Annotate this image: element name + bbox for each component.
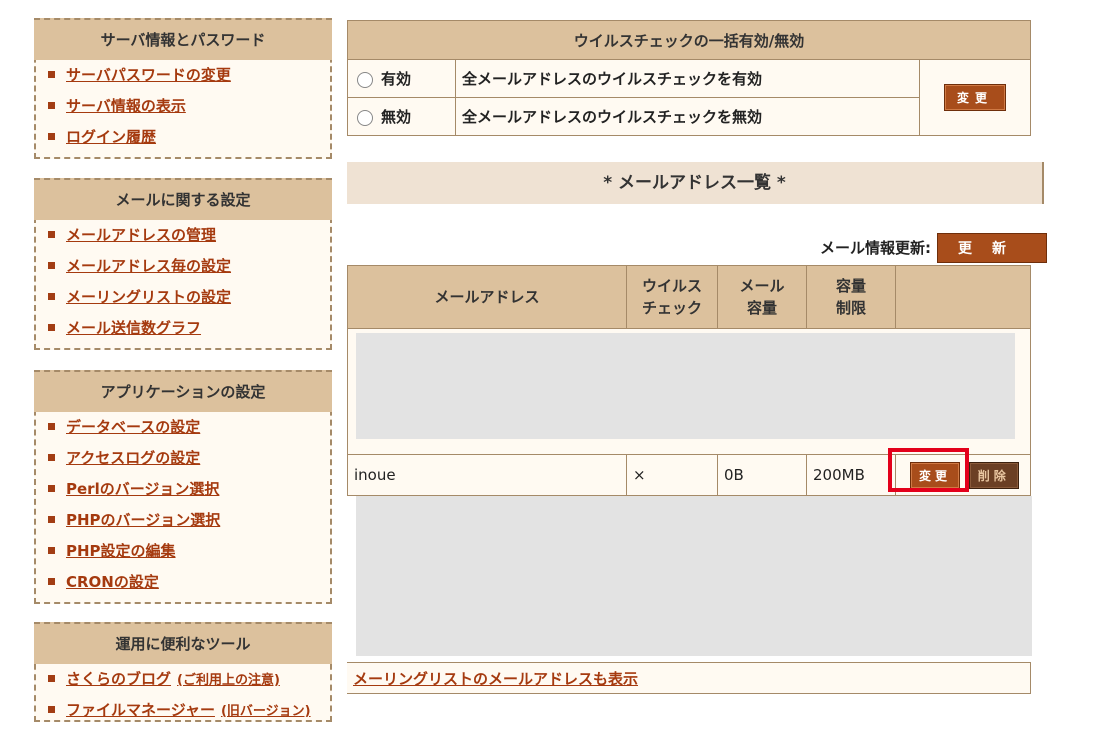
- mailing-list-link-row: メーリングリストのメールアドレスも表示: [347, 662, 1031, 694]
- link-sakura-blog[interactable]: さくらのブログ: [66, 670, 171, 688]
- link-server-password[interactable]: サーバパスワードの変更: [66, 66, 231, 84]
- col-virus-line1: ウイルス: [641, 277, 702, 295]
- virus-enable-cell[interactable]: 有効: [347, 59, 456, 98]
- virus-check-table: ウイルスチェックの一括有効/無効 有効 全メールアドレスのウイルスチェックを有効…: [347, 20, 1031, 136]
- col-address: メールアドレス: [347, 265, 627, 329]
- refresh-label: メール情報更新:: [820, 239, 931, 257]
- sidebar-item[interactable]: メールアドレス毎の設定: [36, 251, 330, 282]
- col-limit-line2: 制限: [835, 299, 866, 317]
- bullet-icon: [48, 231, 55, 238]
- file-manager-note-link[interactable]: (旧バージョン): [221, 704, 311, 719]
- virus-disable-label: 無効: [381, 108, 412, 126]
- virus-disable-cell[interactable]: 無効: [347, 97, 456, 136]
- col-limit-line1: 容量: [835, 277, 866, 295]
- link-database[interactable]: データベースの設定: [66, 418, 200, 436]
- link-server-info[interactable]: サーバ情報の表示: [66, 97, 186, 115]
- col-actions: [895, 265, 1031, 329]
- bullet-icon: [48, 324, 55, 331]
- sidebar-item[interactable]: Perlのバージョン選択: [36, 474, 330, 505]
- radio-enable[interactable]: [357, 71, 373, 88]
- col-mail-size: メール 容量: [717, 265, 807, 329]
- link-php-settings[interactable]: PHP設定の編集: [66, 542, 176, 560]
- virus-change-cell: 変更: [919, 59, 1031, 136]
- link-login-history[interactable]: ログイン履歴: [66, 128, 156, 146]
- row-address: inoue: [347, 454, 627, 496]
- bullet-icon: [48, 454, 55, 461]
- bullet-icon: [48, 516, 55, 523]
- bullet-icon: [48, 547, 55, 554]
- blog-note-link[interactable]: (ご利用上の注意): [177, 673, 280, 688]
- link-perl-version[interactable]: Perlのバージョン選択: [66, 480, 219, 498]
- row-virus: ×: [626, 454, 718, 496]
- sidebar-panel-title: 運用に便利なツール: [34, 622, 332, 664]
- sidebar-item[interactable]: アクセスログの設定: [36, 443, 330, 474]
- virus-change-button[interactable]: 変更: [943, 84, 1006, 111]
- refresh-row: メール情報更新: 更新: [820, 233, 1047, 263]
- sidebar-item[interactable]: CRONの設定: [36, 567, 330, 598]
- col-virus: ウイルス チェック: [626, 265, 718, 329]
- mail-list-title: * メールアドレス一覧 *: [347, 162, 1044, 204]
- highlight-box: [888, 448, 969, 492]
- virus-enable-label: 有効: [381, 70, 412, 88]
- sidebar-panel-tools: 運用に便利なツール さくらのブログ (ご利用上の注意) ファイルマネージャー (旧バ…: [34, 622, 332, 722]
- refresh-button[interactable]: 更新: [937, 233, 1047, 263]
- bullet-icon: [48, 423, 55, 430]
- col-mail-line2: 容量: [746, 299, 777, 317]
- sidebar-item[interactable]: メール送信数グラフ: [36, 313, 330, 344]
- bullet-icon: [48, 485, 55, 492]
- sidebar-item[interactable]: さくらのブログ (ご利用上の注意): [36, 664, 330, 695]
- link-file-manager[interactable]: ファイルマネージャー: [66, 701, 215, 719]
- row-limit: 200MB: [806, 454, 896, 496]
- virus-check-title: ウイルスチェックの一括有効/無効: [347, 20, 1031, 60]
- link-mail-send-graph[interactable]: メール送信数グラフ: [66, 319, 201, 337]
- sidebar-item[interactable]: PHP設定の編集: [36, 536, 330, 567]
- bullet-icon: [48, 71, 55, 78]
- sidebar-panel-title: サーバ情報とパスワード: [34, 18, 332, 60]
- sidebar-panel-app: アプリケーションの設定 データベースの設定 アクセスログの設定 Perlのバージ…: [34, 370, 332, 604]
- col-virus-line2: チェック: [641, 299, 702, 317]
- redacted-block-bottom: [356, 496, 1032, 656]
- sidebar-panel-title: アプリケーションの設定: [34, 370, 332, 412]
- bullet-icon: [48, 293, 55, 300]
- sidebar-panel-mail: メールに関する設定 メールアドレスの管理 メールアドレス毎の設定 メーリングリス…: [34, 178, 332, 350]
- bullet-icon: [48, 578, 55, 585]
- sidebar-item[interactable]: データベースの設定: [36, 412, 330, 443]
- radio-disable[interactable]: [357, 109, 373, 126]
- virus-enable-desc: 全メールアドレスのウイルスチェックを有効: [455, 59, 920, 98]
- link-access-log[interactable]: アクセスログの設定: [66, 449, 200, 467]
- row-delete-button[interactable]: 削除: [968, 461, 1019, 489]
- virus-disable-desc: 全メールアドレスのウイルスチェックを無効: [455, 97, 920, 136]
- sidebar-panel-server: サーバ情報とパスワード サーバパスワードの変更 サーバ情報の表示 ログイン履歴: [34, 18, 332, 159]
- link-mail-address-manage[interactable]: メールアドレスの管理: [66, 226, 216, 244]
- bullet-icon: [48, 133, 55, 140]
- sidebar-item[interactable]: メーリングリストの設定: [36, 282, 330, 313]
- show-mailing-list-addresses-link[interactable]: メーリングリストのメールアドレスも表示: [353, 670, 638, 688]
- col-mail-line1: メール: [739, 277, 785, 295]
- bullet-icon: [48, 262, 55, 269]
- sidebar-item[interactable]: ファイルマネージャー (旧バージョン): [36, 695, 330, 726]
- link-php-version[interactable]: PHPのバージョン選択: [66, 511, 220, 529]
- sidebar-item[interactable]: メールアドレスの管理: [36, 220, 330, 251]
- sidebar-item[interactable]: サーバ情報の表示: [36, 91, 330, 122]
- bullet-icon: [48, 706, 55, 713]
- row-mail-size: 0B: [717, 454, 807, 496]
- sidebar-item[interactable]: PHPのバージョン選択: [36, 505, 330, 536]
- sidebar-item[interactable]: ログイン履歴: [36, 122, 330, 153]
- sidebar-panel-title: メールに関する設定: [34, 178, 332, 220]
- bullet-icon: [48, 102, 55, 109]
- sidebar-item[interactable]: サーバパスワードの変更: [36, 60, 330, 91]
- link-cron[interactable]: CRONの設定: [66, 573, 159, 591]
- link-mailing-list[interactable]: メーリングリストの設定: [66, 288, 231, 306]
- bullet-icon: [48, 675, 55, 682]
- col-limit: 容量 制限: [806, 265, 896, 329]
- link-mail-address-settings[interactable]: メールアドレス毎の設定: [66, 257, 231, 275]
- redacted-block-top: [356, 333, 1015, 439]
